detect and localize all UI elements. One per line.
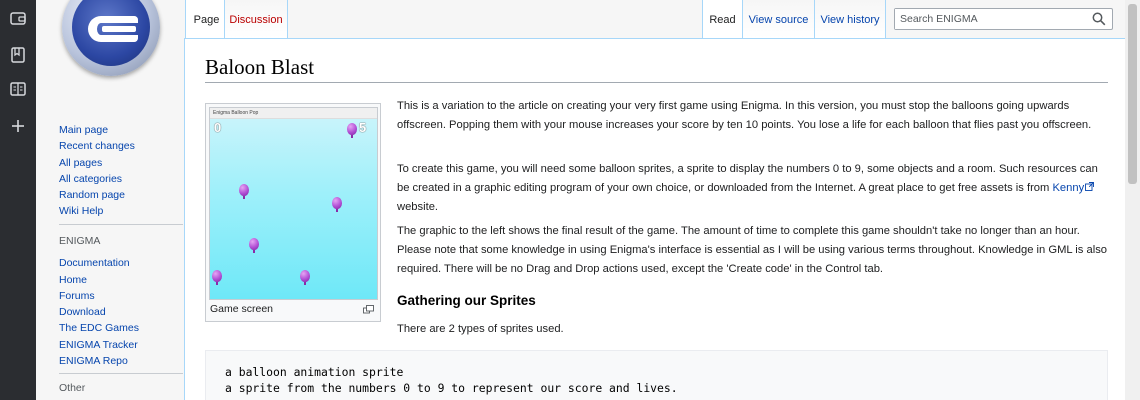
wallet-icon[interactable] [9,9,27,27]
balloon-icon [212,270,222,285]
sidebar-heading-other: Other [59,382,86,394]
sidebar-navigation: Main page Recent changes All pages All c… [59,122,135,220]
tab-read[interactable]: Read [702,0,742,38]
sidebar-item-documentation[interactable]: Documentation [59,255,139,271]
screenshot-window-title: Enigma Balloon Pop [210,108,377,119]
thumbnail-caption: Game screen [210,303,274,315]
enigma-logo-icon[interactable] [62,0,160,76]
app-rail [0,0,36,400]
sidebar-item-home[interactable]: Home [59,272,139,288]
plus-icon[interactable] [9,117,27,135]
paragraph-intro: This is a variation to the article on cr… [397,100,1092,131]
page-title: Baloon Blast [205,55,315,79]
lives-digit: 5 [359,120,367,135]
logo-inner [72,0,150,66]
score-digit: 0 [214,120,222,135]
sidebar-heading-enigma: ENIGMA [59,235,101,247]
sidebar-item-wiki-help[interactable]: Wiki Help [59,203,135,219]
title-divider [205,82,1108,83]
reader-icon[interactable] [9,80,27,98]
sidebar-item-all-pages[interactable]: All pages [59,155,135,171]
balloon-icon [300,270,310,285]
tab-view-source[interactable]: View source [742,0,814,38]
balloon-icon [347,123,357,138]
content-area: Baloon Blast Enigma Balloon Pop 0 5 Game… [184,38,1125,400]
search-icon[interactable] [1092,12,1106,26]
balloon-icon [239,184,249,199]
external-link-icon [1085,182,1095,191]
paragraph-text: To create this game, you will need some … [397,163,1098,194]
screenshot-sky [210,119,377,299]
enlarge-icon[interactable] [363,305,374,314]
paragraph-resources: To create this game, you will need some … [397,160,1109,217]
sidebar-divider [59,224,183,225]
sidebar-item-forums[interactable]: Forums [59,288,139,304]
paragraph-sprite-types: There are 2 types of sprites used. [397,323,564,335]
tab-page[interactable]: Page [185,0,227,38]
code-block: a balloon animation sprite a sprite from… [205,350,1108,400]
game-screenshot[interactable]: Enigma Balloon Pop 0 5 [209,107,378,300]
code-line: a sprite from the numbers 0 to 9 to repr… [225,380,678,395]
section-heading: Gathering our Sprites [397,293,536,308]
logo-bar [102,26,136,32]
scrollbar[interactable] [1125,0,1140,400]
paragraph-overview: The graphic to the left shows the final … [397,225,1108,275]
sidebar-other: Other [59,380,85,400]
sidebar-item-edc-games[interactable]: The EDC Games [59,320,139,336]
sidebar-item-all-categories[interactable]: All categories [59,171,135,187]
thumbnail: Enigma Balloon Pop 0 5 Game screen [205,103,381,322]
kenny-link-label: Kenny [1052,182,1085,194]
balloon-icon [249,238,259,253]
sidebar-divider [59,373,183,374]
kenny-link[interactable]: Kenny [1052,182,1095,194]
search-input[interactable] [895,9,1075,29]
sidebar-item-download[interactable]: Download [59,304,139,320]
sidebar-enigma-portal: ENIGMA Documentation Home Forums Downloa… [59,233,139,369]
tab-view-source-label: View source [748,14,809,26]
scrollbar-thumb[interactable] [1128,4,1137,184]
tab-view-history[interactable]: View history [814,0,886,38]
bookmark-icon[interactable] [9,46,27,64]
code-line: a balloon animation sprite [225,365,404,379]
balloon-icon [332,197,342,212]
sidebar-item-enigma-tracker[interactable]: ENIGMA Tracker [59,337,139,353]
tab-discussion[interactable]: Discussion [224,0,288,38]
search-box [894,8,1113,30]
sidebar-item-enigma-repo[interactable]: ENIGMA Repo [59,353,139,369]
tab-page-label: Page [193,14,220,26]
tab-discussion-label: Discussion [229,14,283,26]
sidebar-item-random-page[interactable]: Random page [59,187,135,203]
sidebar-item-main-page[interactable]: Main page [59,122,135,138]
sidebar-item-recent-changes[interactable]: Recent changes [59,138,135,154]
tab-view-history-label: View history [820,14,880,26]
paragraph-text: website. [397,201,439,213]
tab-read-label: Read [709,14,736,26]
